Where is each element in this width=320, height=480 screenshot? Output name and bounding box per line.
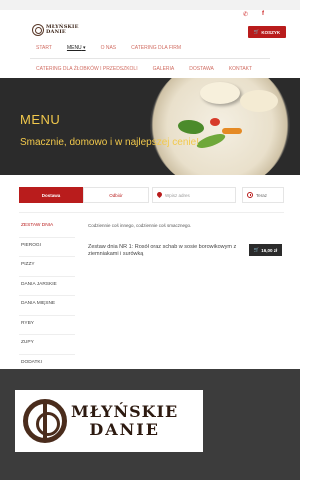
page-subtitle: Smacznie, domowo i w najlepszej cenie! — [20, 137, 199, 148]
footer-logo: MŁYŃSKIE DANIE — [15, 390, 203, 452]
address-placeholder: Wpisz adres — [165, 192, 190, 198]
tomato-shape — [210, 118, 220, 126]
dumpling-shape — [240, 90, 278, 112]
category-zupy[interactable]: ZUPY — [19, 335, 75, 355]
category-pizzy[interactable]: PIZZY — [19, 257, 75, 277]
facebook-icon[interactable]: f — [262, 11, 264, 18]
address-input[interactable]: Wpisz adres — [152, 187, 236, 203]
nav-start[interactable]: START — [30, 45, 61, 51]
clock-icon — [247, 192, 253, 198]
social-icons: ✆ f — [243, 11, 264, 18]
meal-price: 16,00 zł — [261, 247, 278, 253]
nav-o-nas[interactable]: O NAS — [95, 45, 126, 51]
site-logo[interactable]: MŁYŃSKIE DANIE — [32, 22, 80, 38]
category-pierogi[interactable]: PIEROGI — [19, 238, 75, 257]
delivery-mode-tabs: Dostawa Odbiór — [19, 187, 149, 203]
top-strip — [0, 0, 300, 10]
cart-label: KOSZYK — [261, 29, 281, 35]
cart-icon: 🛒 — [253, 247, 260, 252]
nav-catering-przedszkoli[interactable]: CATERING DLA ŻŁOBKÓW I PRZEDSZKOLI — [30, 66, 147, 72]
category-zestaw-dnia[interactable]: ZESTAW DNIA — [19, 218, 75, 238]
category-ryby[interactable]: RYBY — [19, 316, 75, 335]
cart-button[interactable]: 🛒 KOSZYK — [248, 26, 286, 38]
nav-divider — [30, 58, 270, 59]
main-nav-row1: START MENU ▾ O NAS CATERING DLA FIRM — [30, 45, 190, 51]
nav-menu[interactable]: MENU ▾ — [61, 45, 95, 51]
mill-wheel-icon — [32, 24, 44, 36]
category-list: ZESTAW DNIA PIEROGI PIZZY DANIA JARSKIE … — [19, 218, 75, 394]
page-title: MENU — [20, 112, 61, 127]
dumpling-shape — [200, 82, 240, 104]
main-nav-row2: CATERING DLA ŻŁOBKÓW I PRZEDSZKOLI GALER… — [30, 66, 261, 72]
carrot-shape — [222, 128, 242, 134]
category-dania-jarskie[interactable]: DANIA JARSKIE — [19, 277, 75, 296]
location-pin-icon — [157, 192, 162, 198]
logo-line2: DANIE — [46, 29, 66, 35]
cart-icon: 🛒 — [253, 29, 260, 34]
footer-logo-line1: MŁYŃSKIE — [71, 402, 179, 421]
divider — [19, 212, 284, 213]
footer-logo-line2: DANIE — [89, 420, 160, 439]
category-dania-miesne[interactable]: DANIA MIĘSNE — [19, 296, 75, 316]
time-select[interactable]: Teraz — [242, 187, 284, 203]
nav-dostawa[interactable]: DOSTAWA — [183, 66, 223, 72]
tab-delivery[interactable]: Dostawa — [19, 187, 83, 203]
nav-catering-firm[interactable]: CATERING DLA FIRM — [125, 45, 190, 51]
time-label: Teraz — [256, 192, 268, 198]
phone-icon[interactable]: ✆ — [243, 11, 248, 18]
category-description: Codziennie coś innego, codziennie coś sm… — [88, 223, 192, 228]
mill-wheel-icon — [23, 399, 67, 443]
add-to-cart-button[interactable]: 🛒 16,00 zł — [249, 244, 282, 256]
nav-galeria[interactable]: GALERIA — [147, 66, 184, 72]
tab-pickup[interactable]: Odbiór — [83, 187, 149, 203]
meal-name: Zestaw dnia NR 1: Rosół oraz schab w sos… — [88, 244, 237, 257]
nav-kontakt[interactable]: KONTAKT — [223, 66, 261, 72]
